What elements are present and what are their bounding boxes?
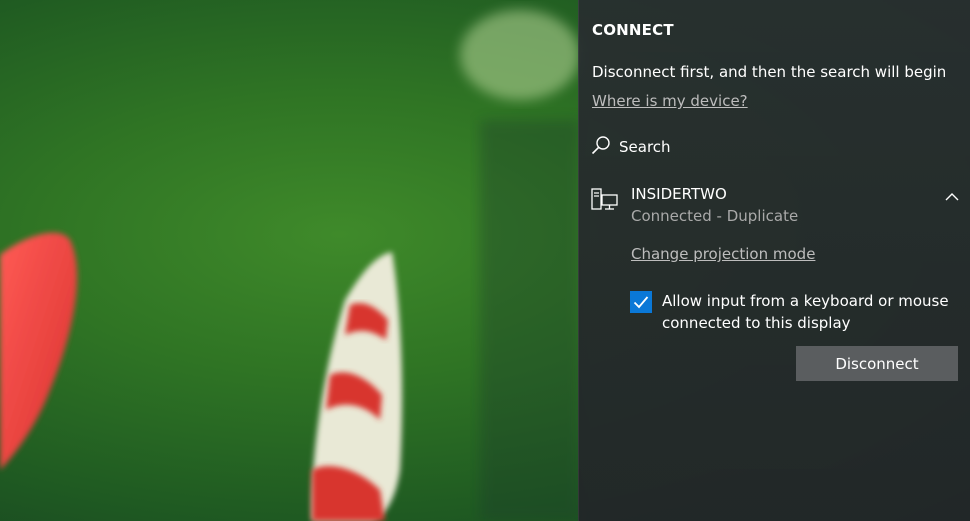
search-icon <box>591 135 611 159</box>
connect-panel: CONNECT Disconnect first, and then the s… <box>578 0 970 521</box>
search-label: Search <box>619 138 671 156</box>
checkmark-icon <box>633 296 649 309</box>
device-name: INSIDERTWO <box>631 185 727 203</box>
disconnect-button[interactable]: Disconnect <box>796 346 958 381</box>
device-status: Connected - Duplicate <box>631 207 799 225</box>
status-message: Disconnect first, and then the search wi… <box>592 63 947 81</box>
search-button[interactable]: Search <box>591 135 671 159</box>
device-list-item[interactable]: INSIDERTWO Connected - Duplicate <box>591 184 961 230</box>
allow-input-checkbox[interactable] <box>630 291 652 313</box>
panel-title: CONNECT <box>592 21 674 39</box>
display-projection-icon <box>591 188 619 216</box>
allow-input-label: Allow input from a keyboard or mouse con… <box>662 292 949 332</box>
where-is-my-device-link[interactable]: Where is my device? <box>592 92 748 110</box>
change-projection-mode-link[interactable]: Change projection mode <box>631 245 815 263</box>
chevron-up-icon[interactable] <box>944 188 960 207</box>
